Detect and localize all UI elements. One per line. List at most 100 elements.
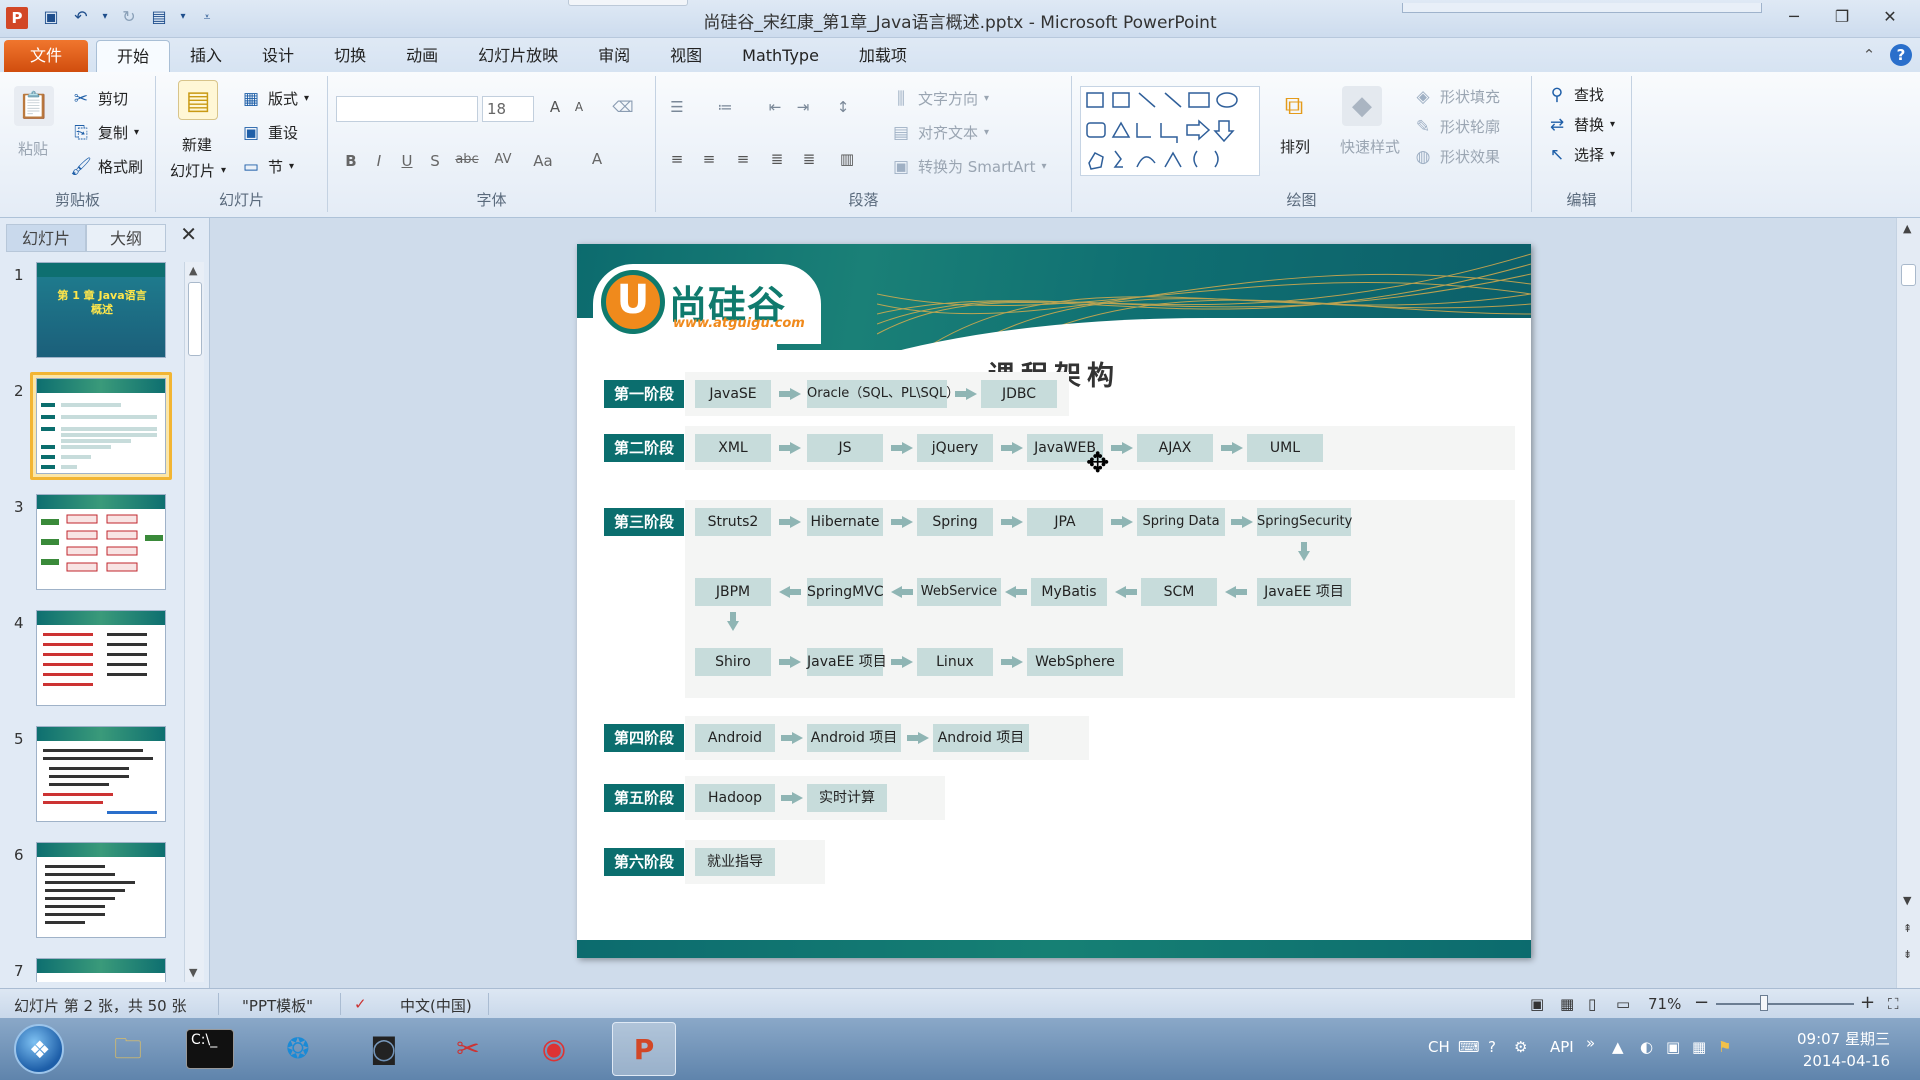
- tab-outline-panel[interactable]: 大纲: [86, 224, 166, 252]
- keyboard-icon[interactable]: ⌨: [1458, 1038, 1480, 1056]
- thumbnail-row[interactable]: 3: [0, 494, 184, 604]
- tab-addins[interactable]: 加载项: [839, 40, 927, 72]
- slide-thumbnail[interactable]: [36, 378, 166, 474]
- tab-file[interactable]: 文件: [4, 40, 89, 72]
- restore-button[interactable]: ❐: [1818, 2, 1866, 32]
- api-indicator[interactable]: API: [1550, 1038, 1574, 1056]
- zoom-in-button[interactable]: +: [1860, 992, 1875, 1013]
- tab-mathtype[interactable]: MathType: [722, 40, 839, 72]
- change-case-button[interactable]: Aa: [528, 152, 558, 170]
- settings-tray-icon[interactable]: ⚙: [1514, 1038, 1527, 1056]
- numbering-icon[interactable]: ≔: [714, 98, 736, 116]
- camera-taskbar-icon[interactable]: ◙: [352, 1022, 416, 1076]
- decrease-indent-icon[interactable]: ⇤: [764, 98, 786, 116]
- help-icon[interactable]: ?: [1890, 44, 1912, 66]
- bold-button[interactable]: B: [340, 152, 362, 170]
- minimize-ribbon-icon[interactable]: ⌃: [1858, 44, 1880, 66]
- snipping-tool-taskbar-icon[interactable]: ✂: [436, 1022, 500, 1076]
- thumbnail-row[interactable]: 2: [0, 372, 184, 488]
- replace-button[interactable]: ⇄ 替换 ▾: [1546, 114, 1615, 135]
- scroll-thumb[interactable]: [188, 282, 202, 356]
- scroll-thumb[interactable]: [1901, 264, 1916, 286]
- tab-transitions[interactable]: 切换: [314, 40, 386, 72]
- chrome-taskbar-icon[interactable]: ◉: [522, 1022, 586, 1076]
- zoom-out-button[interactable]: −: [1694, 992, 1709, 1013]
- slide-thumbnail[interactable]: [36, 842, 166, 938]
- current-slide[interactable]: U 尚硅谷 www.atguigu.com 课程架构 第一阶段 JavaSE O…: [577, 244, 1531, 958]
- align-left-icon[interactable]: ≡: [666, 150, 688, 168]
- thumbnail-row[interactable]: 5: [0, 726, 184, 836]
- paste-icon[interactable]: 📋: [14, 86, 54, 126]
- slideshow-view-icon[interactable]: ▭: [1616, 995, 1630, 1013]
- strikethrough-button[interactable]: abc: [452, 152, 482, 167]
- qq-taskbar-icon[interactable]: ❂: [266, 1022, 330, 1076]
- clear-format-icon[interactable]: ⌫: [612, 98, 634, 116]
- scroll-up-icon[interactable]: ▲: [1903, 222, 1911, 235]
- start-button[interactable]: ❖: [14, 1024, 64, 1074]
- slide-thumbnail[interactable]: [36, 726, 166, 822]
- tab-home[interactable]: 开始: [96, 40, 171, 72]
- language-indicator[interactable]: 中文(中国): [400, 995, 472, 1016]
- tab-review[interactable]: 审阅: [578, 40, 650, 72]
- scroll-down-icon[interactable]: ▼: [1903, 894, 1911, 907]
- spellcheck-icon[interactable]: ✓: [354, 995, 367, 1013]
- reset-button[interactable]: ▣ 重设: [240, 122, 298, 143]
- new-slide-icon[interactable]: ▤: [178, 80, 218, 120]
- volume-icon[interactable]: ◐: [1640, 1038, 1653, 1056]
- align-right-icon[interactable]: ≡: [732, 150, 754, 168]
- scroll-up-icon[interactable]: ▲: [189, 264, 197, 277]
- zoom-level[interactable]: 71%: [1648, 995, 1681, 1013]
- cut-button[interactable]: ✂ 剪切: [70, 88, 128, 109]
- thumbnail-row[interactable]: 6: [0, 842, 184, 952]
- next-slide-icon[interactable]: ⇟: [1903, 948, 1912, 961]
- clock[interactable]: 09:07 星期三 2014-04-16: [1797, 1028, 1890, 1072]
- layout-button[interactable]: ▦ 版式 ▾: [240, 88, 309, 109]
- columns-icon[interactable]: ▥: [836, 150, 858, 168]
- grow-font-icon[interactable]: A: [544, 98, 566, 116]
- slide-thumbnail[interactable]: [36, 610, 166, 706]
- tab-design[interactable]: 设计: [242, 40, 314, 72]
- find-button[interactable]: ⚲ 查找: [1546, 84, 1604, 105]
- shadow-button[interactable]: S: [424, 152, 446, 170]
- char-spacing-button[interactable]: AV: [488, 152, 518, 167]
- minimize-button[interactable]: ─: [1770, 2, 1818, 32]
- new-slide-dropdown[interactable]: 幻灯片 ▾: [170, 160, 226, 181]
- increase-indent-icon[interactable]: ⇥: [792, 98, 814, 116]
- quick-styles-icon[interactable]: ◆: [1342, 86, 1382, 126]
- italic-button[interactable]: I: [368, 152, 390, 170]
- arrange-button[interactable]: 排列: [1280, 136, 1310, 157]
- thumbnail-row[interactable]: 4: [0, 610, 184, 720]
- ime-indicator[interactable]: CH: [1428, 1038, 1450, 1056]
- tab-insert[interactable]: 插入: [170, 40, 242, 72]
- font-color-button[interactable]: A: [586, 150, 608, 168]
- new-slide-button[interactable]: 新建: [182, 134, 212, 155]
- fit-to-window-icon[interactable]: ⛶: [1888, 995, 1899, 1013]
- panel-scrollbar[interactable]: ▲ ▼: [184, 262, 204, 982]
- section-button[interactable]: ▭ 节 ▾: [240, 156, 294, 177]
- select-button[interactable]: ↖ 选择 ▾: [1546, 144, 1615, 165]
- cmd-taskbar-icon[interactable]: C:\_: [186, 1029, 234, 1069]
- smartart-button[interactable]: ▣ 转换为 SmartArt ▾: [890, 156, 1047, 177]
- tab-slideshow[interactable]: 幻灯片放映: [458, 40, 578, 72]
- previous-slide-icon[interactable]: ⇞: [1903, 922, 1912, 935]
- tab-animations[interactable]: 动画: [386, 40, 458, 72]
- tab-slides-panel[interactable]: 幻灯片: [6, 224, 86, 252]
- close-panel-icon[interactable]: ✕: [180, 222, 197, 246]
- network-icon[interactable]: ▦: [1692, 1038, 1706, 1056]
- shapes-gallery[interactable]: [1080, 86, 1260, 176]
- format-painter-button[interactable]: 🖌 格式刷: [70, 156, 143, 177]
- shape-outline-button[interactable]: ✎ 形状轮廓: [1412, 116, 1500, 137]
- align-text-button[interactable]: ▤ 对齐文本 ▾: [890, 122, 989, 143]
- scroll-down-icon[interactable]: ▼: [189, 966, 197, 979]
- thumbnail-row[interactable]: 1 第 1 章 Java语言概述: [0, 262, 184, 372]
- shape-fill-button[interactable]: ◈ 形状填充: [1412, 86, 1500, 107]
- align-center-icon[interactable]: ≡: [698, 150, 720, 168]
- reading-view-icon[interactable]: ▯: [1588, 995, 1596, 1013]
- font-name-input[interactable]: [336, 96, 478, 122]
- slide-thumbnail[interactable]: 第 1 章 Java语言概述: [36, 262, 166, 358]
- close-button[interactable]: ✕: [1866, 2, 1914, 32]
- explorer-taskbar-icon[interactable]: 🗀: [96, 1022, 160, 1076]
- distribute-icon[interactable]: ≣: [798, 150, 820, 168]
- editor-scrollbar[interactable]: ▲ ▼ ⇞ ⇟: [1896, 218, 1920, 988]
- bullets-icon[interactable]: ☰: [666, 98, 688, 116]
